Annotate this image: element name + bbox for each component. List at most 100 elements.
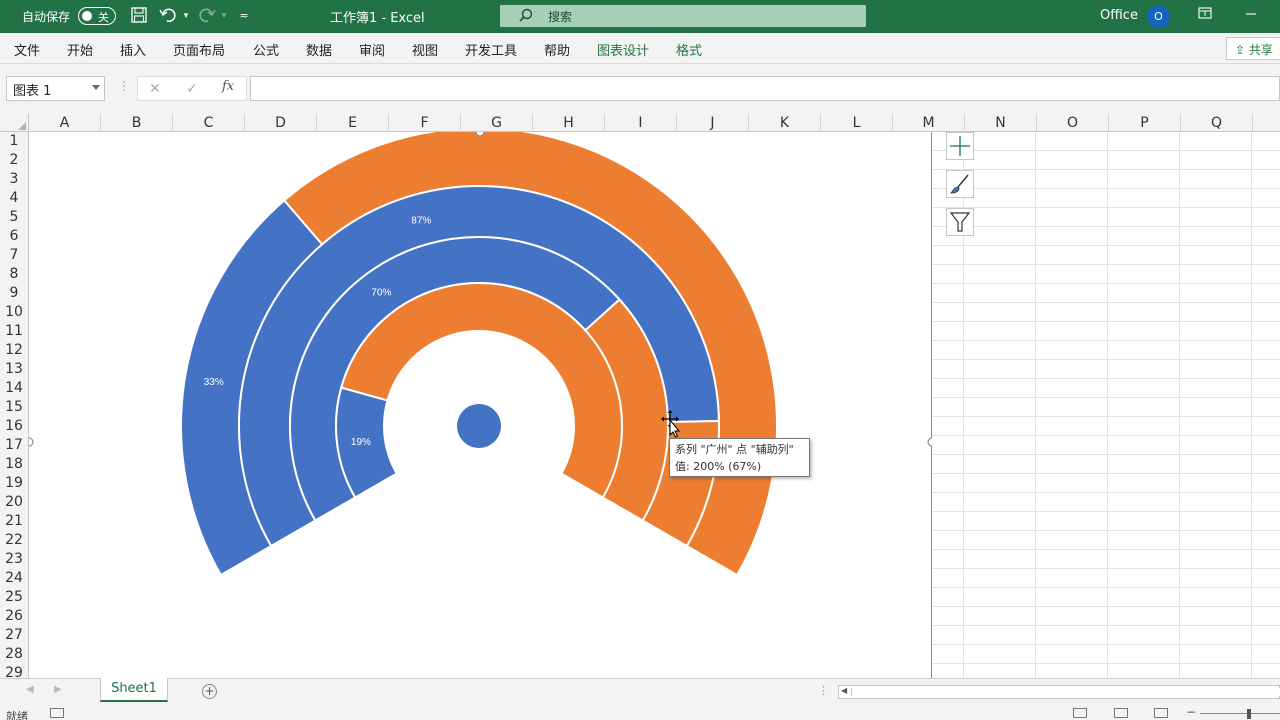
ribbon-display-icon[interactable] [1195, 6, 1215, 26]
accessibility-icon[interactable] [50, 708, 64, 718]
row-header[interactable]: 3 [0, 170, 28, 189]
add-sheet-icon[interactable]: + [202, 684, 217, 699]
share-button[interactable]: ⇪ 共享 [1226, 37, 1280, 60]
horizontal-scrollbar[interactable]: ◀ [838, 685, 1280, 699]
formula-bar-grip-icon[interactable]: ⋮ [118, 79, 130, 93]
row-header[interactable]: 28 [0, 645, 28, 664]
row-header[interactable]: 5 [0, 208, 28, 227]
row-header[interactable]: 25 [0, 588, 28, 607]
search-box[interactable]: 搜索 [500, 5, 866, 27]
normal-view-icon[interactable] [1073, 708, 1087, 718]
zoom-slider[interactable] [1200, 713, 1280, 714]
row-header[interactable]: 1 [0, 132, 28, 151]
chevron-down-icon[interactable] [92, 85, 100, 90]
scrollbar-thumb[interactable] [851, 688, 1280, 696]
resize-handle[interactable] [29, 437, 34, 447]
sheet-tab[interactable]: Sheet1 [100, 678, 168, 702]
column-header[interactable]: K [749, 114, 821, 132]
row-header[interactable]: 12 [0, 341, 28, 360]
prev-sheet-icon[interactable]: ◀ [26, 684, 34, 695]
row-header[interactable]: 9 [0, 284, 28, 303]
row-header[interactable]: 11 [0, 322, 28, 341]
tab-home[interactable]: 开始 [67, 40, 93, 59]
column-header[interactable]: N [965, 114, 1037, 132]
row-header[interactable]: 18 [0, 455, 28, 474]
enter-icon[interactable]: ✓ [183, 80, 201, 98]
row-header[interactable]: 14 [0, 379, 28, 398]
column-header[interactable]: H [533, 114, 605, 132]
row-header[interactable]: 15 [0, 398, 28, 417]
column-header[interactable]: E [317, 114, 389, 132]
resize-handle[interactable] [475, 132, 485, 137]
tab-view[interactable]: 视图 [412, 40, 438, 59]
chart-styles-button[interactable] [946, 170, 974, 198]
column-header[interactable]: F [389, 114, 461, 132]
undo-icon[interactable] [158, 6, 178, 26]
redo-dropdown-icon[interactable]: ▾ [214, 6, 234, 26]
row-header[interactable]: 2 [0, 151, 28, 170]
column-header[interactable]: C [173, 114, 245, 132]
row-header[interactable]: 23 [0, 550, 28, 569]
select-all-button[interactable] [0, 114, 29, 132]
tab-review[interactable]: 审阅 [359, 40, 385, 59]
tab-insert[interactable]: 插入 [120, 40, 146, 59]
row-header[interactable]: 8 [0, 265, 28, 284]
doughnut-chart[interactable]: 33% 87% 70% 19% [29, 132, 932, 678]
column-header[interactable]: A [29, 114, 101, 132]
column-header[interactable]: L [821, 114, 893, 132]
chart-elements-button[interactable] [946, 132, 974, 160]
row-header[interactable]: 6 [0, 227, 28, 246]
tab-developer[interactable]: 开发工具 [465, 40, 517, 59]
row-header[interactable]: 26 [0, 607, 28, 626]
row-header[interactable]: 16 [0, 417, 28, 436]
tab-file[interactable]: 文件 [14, 40, 40, 59]
row-header[interactable]: 19 [0, 474, 28, 493]
page-layout-view-icon[interactable] [1114, 708, 1128, 718]
zoom-slider-thumb[interactable] [1247, 709, 1251, 719]
row-header[interactable]: 13 [0, 360, 28, 379]
tab-data[interactable]: 数据 [306, 40, 332, 59]
resize-handle[interactable] [927, 437, 932, 447]
row-header[interactable]: 17 [0, 436, 28, 455]
avatar[interactable]: O [1147, 5, 1170, 28]
row-header[interactable]: 7 [0, 246, 28, 265]
column-header[interactable]: B [101, 114, 173, 132]
minimize-icon[interactable] [1241, 6, 1261, 26]
row-header[interactable]: 4 [0, 189, 28, 208]
next-sheet-icon[interactable]: ▶ [54, 684, 62, 695]
tab-format[interactable]: 格式 [676, 40, 702, 59]
chart-filters-button[interactable] [946, 208, 974, 236]
row-header[interactable]: 27 [0, 626, 28, 645]
column-header[interactable]: D [245, 114, 317, 132]
row-header[interactable]: 21 [0, 512, 28, 531]
customize-qat-icon[interactable]: ≂ [234, 6, 254, 26]
page-break-view-icon[interactable] [1154, 708, 1168, 718]
formula-input[interactable] [250, 76, 1280, 101]
row-header[interactable]: 24 [0, 569, 28, 588]
column-header[interactable]: P [1109, 114, 1181, 132]
insert-function-button[interactable]: fx [222, 79, 234, 94]
column-header[interactable]: G [461, 114, 533, 132]
name-box[interactable]: 图表 1 [6, 76, 105, 101]
row-header[interactable]: 29 [0, 664, 28, 678]
row-header[interactable]: 22 [0, 531, 28, 550]
cancel-icon[interactable]: ✕ [146, 80, 164, 98]
scroll-splitter-icon[interactable]: ⋮ [818, 684, 829, 697]
column-header[interactable]: I [605, 114, 677, 132]
tab-page-layout[interactable]: 页面布局 [173, 40, 225, 59]
autosave-toggle[interactable]: 关 [78, 7, 116, 25]
tab-formulas[interactable]: 公式 [253, 40, 279, 59]
center-dot[interactable] [457, 404, 501, 448]
row-header[interactable]: 20 [0, 493, 28, 512]
tab-help[interactable]: 帮助 [544, 40, 570, 59]
tab-chart-design[interactable]: 图表设计 [597, 40, 649, 59]
column-header[interactable]: M [893, 114, 965, 132]
column-header[interactable]: J [677, 114, 749, 132]
zoom-out-icon[interactable]: − [1186, 705, 1196, 719]
scroll-left-icon[interactable]: ◀ [841, 686, 847, 695]
column-header[interactable]: O [1037, 114, 1109, 132]
column-header[interactable]: Q [1181, 114, 1253, 132]
chart-area[interactable]: 33% 87% 70% 19% [29, 132, 932, 678]
undo-dropdown-icon[interactable]: ▾ [176, 6, 196, 26]
account-name[interactable]: Office [1100, 8, 1138, 23]
